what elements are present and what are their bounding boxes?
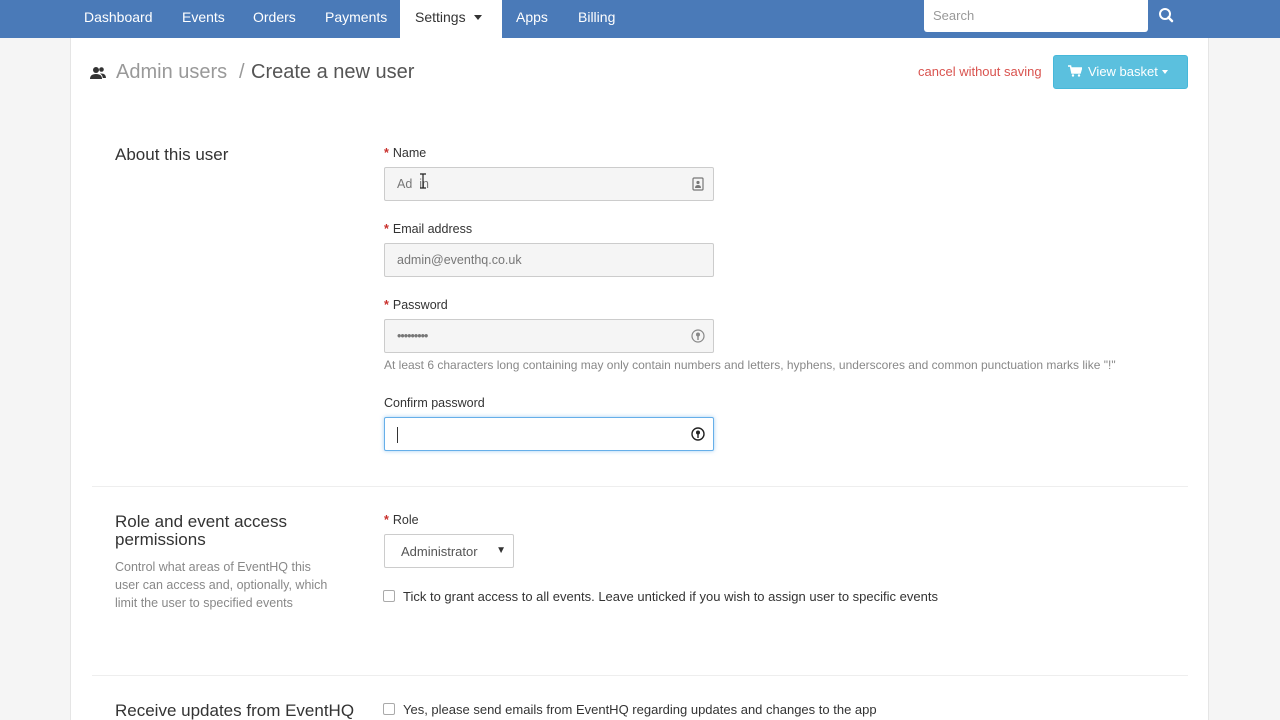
password-help-text: At least 6 characters long containing ma… (384, 358, 1116, 372)
nav-orders[interactable]: Orders (253, 0, 296, 38)
role-value: Administrator (401, 544, 478, 559)
updates-label[interactable]: Yes, please send emails from EventHQ reg… (403, 702, 877, 717)
required-asterisk: * (384, 222, 389, 236)
section-title-role-line1: Role and event access (115, 512, 287, 531)
section-divider (92, 675, 1188, 676)
required-asterisk: * (384, 513, 389, 527)
text-cursor (397, 427, 398, 443)
role-description: Control what areas of EventHQ this user … (115, 560, 328, 610)
confirm-password-label: Confirm password (384, 396, 485, 410)
section-title-role-line2: permissions (115, 530, 206, 549)
confirm-password-field[interactable] (384, 417, 714, 451)
main-panel (70, 38, 1209, 720)
email-label-text: Email address (392, 222, 473, 236)
view-basket-button[interactable]: View basket (1053, 55, 1188, 89)
email-field[interactable]: admin@eventhq.co.uk (384, 243, 714, 277)
nav-settings[interactable]: Settings (400, 0, 502, 38)
required-asterisk: * (384, 146, 389, 160)
breadcrumb-admin-users[interactable]: Admin users (116, 61, 227, 84)
password-field[interactable]: ••••••••• (384, 319, 714, 353)
search-input[interactable]: Search (924, 0, 1148, 32)
page-title: Create a new user (251, 61, 415, 83)
search-placeholder: Search (933, 8, 975, 23)
chevron-down-icon: ▼ (496, 545, 506, 556)
nav-billing[interactable]: Billing (578, 0, 615, 38)
cancel-without-saving-link[interactable]: cancel without saving (918, 64, 1042, 79)
email-label: * Email address (384, 222, 472, 236)
nav-settings-label: Settings (415, 9, 466, 25)
role-label: * Role (384, 513, 419, 527)
role-label-text: Role (392, 513, 419, 527)
view-basket-label: View basket (1088, 64, 1158, 79)
users-icon (90, 67, 106, 79)
section-divider (92, 486, 1188, 487)
all-events-label[interactable]: Tick to grant access to all events. Leav… (403, 589, 938, 604)
name-label: * Name (384, 146, 426, 160)
required-asterisk: * (384, 298, 389, 312)
nav-events[interactable]: Events (182, 0, 225, 38)
name-field[interactable]: Ad in (384, 167, 714, 201)
role-select[interactable]: Administrator ▼ (384, 534, 514, 568)
section-title-updates: Receive updates from EventHQ (115, 701, 355, 720)
section-title-about: About this user (115, 145, 229, 164)
email-value: admin@eventhq.co.uk (397, 253, 522, 267)
nav-apps[interactable]: Apps (516, 0, 548, 38)
name-label-text: Name (392, 146, 427, 160)
mouse-cursor (420, 173, 426, 189)
caret-down-icon (1161, 70, 1168, 74)
key-icon (691, 427, 705, 441)
password-value: ••••••••• (397, 329, 428, 343)
password-label: * Password (384, 298, 448, 312)
nav-dashboard[interactable]: Dashboard (84, 0, 153, 38)
key-icon (691, 329, 705, 343)
nav-payments[interactable]: Payments (325, 0, 387, 38)
top-navbar: Dashboard Events Orders Payments Setting… (0, 0, 1280, 38)
search-icon (1159, 8, 1174, 23)
search-button[interactable] (1152, 4, 1180, 28)
section-title-role: Role and event access permissions (115, 513, 287, 549)
updates-checkbox[interactable] (383, 703, 395, 715)
caret-down-icon (473, 15, 482, 20)
password-label-text: Password (392, 298, 448, 312)
contact-card-icon (692, 177, 704, 191)
breadcrumb-separator: / (239, 61, 245, 83)
all-events-checkbox[interactable] (383, 590, 395, 602)
cart-icon (1068, 65, 1082, 77)
